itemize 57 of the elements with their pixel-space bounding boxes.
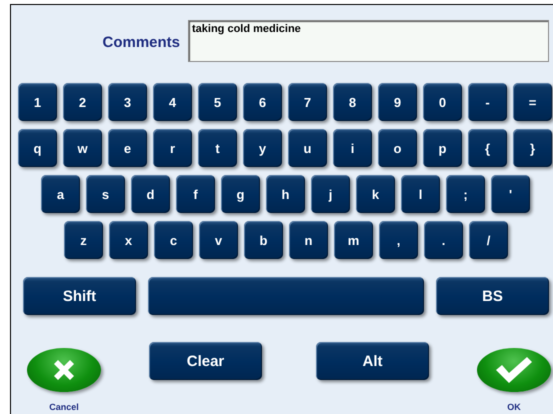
keyboard-key[interactable]: c bbox=[154, 221, 193, 259]
keyboard-key[interactable]: 5 bbox=[198, 83, 237, 121]
backspace-key[interactable]: BS bbox=[436, 277, 549, 315]
keyboard-key[interactable]: i bbox=[333, 129, 372, 167]
keyboard-key[interactable]: 3 bbox=[108, 83, 147, 121]
keyboard-key[interactable]: u bbox=[288, 129, 327, 167]
keyboard-key[interactable]: j bbox=[311, 175, 350, 213]
keyboard-key[interactable]: y bbox=[243, 129, 282, 167]
ok-button[interactable] bbox=[477, 348, 551, 392]
keyboard-key[interactable]: q bbox=[18, 129, 57, 167]
keyboard-key[interactable]: Alt bbox=[316, 342, 429, 380]
keyboard-key[interactable]: s bbox=[86, 175, 125, 213]
keyboard-key[interactable]: - bbox=[468, 83, 507, 121]
ok-label: OK bbox=[507, 402, 521, 412]
keyboard-key[interactable]: b bbox=[244, 221, 283, 259]
keyboard-key[interactable]: 7 bbox=[288, 83, 327, 121]
keyboard-key[interactable]: = bbox=[513, 83, 552, 121]
keyboard-key[interactable]: e bbox=[108, 129, 147, 167]
keyboard-key[interactable]: p bbox=[423, 129, 462, 167]
keyboard-key[interactable]: v bbox=[199, 221, 238, 259]
keyboard-key[interactable]: 0 bbox=[423, 83, 462, 121]
keyboard-key[interactable]: g bbox=[221, 175, 260, 213]
keyboard-key[interactable]: 8 bbox=[333, 83, 372, 121]
shift-key[interactable]: Shift bbox=[23, 277, 136, 315]
keyboard-key[interactable]: o bbox=[378, 129, 417, 167]
keyboard-key[interactable]: t bbox=[198, 129, 237, 167]
keyboard-key[interactable]: 2 bbox=[63, 83, 102, 121]
keyboard-key[interactable]: . bbox=[424, 221, 463, 259]
keyboard-key[interactable]: 4 bbox=[153, 83, 192, 121]
keyboard-key[interactable]: a bbox=[41, 175, 80, 213]
keyboard-key[interactable]: d bbox=[131, 175, 170, 213]
keyboard-key[interactable]: ; bbox=[446, 175, 485, 213]
keyboard-key[interactable]: x bbox=[109, 221, 148, 259]
keyboard-key[interactable]: { bbox=[468, 129, 507, 167]
keyboard-key[interactable]: r bbox=[153, 129, 192, 167]
cancel-button[interactable] bbox=[27, 348, 101, 392]
keyboard-key[interactable]: l bbox=[401, 175, 440, 213]
keyboard-key[interactable]: } bbox=[513, 129, 552, 167]
keyboard-key[interactable]: w bbox=[63, 129, 102, 167]
keyboard-key[interactable]: 1 bbox=[18, 83, 57, 121]
keyboard-key[interactable]: Clear bbox=[149, 342, 262, 380]
keyboard-key[interactable]: k bbox=[356, 175, 395, 213]
comments-label: Comments bbox=[101, 34, 180, 51]
keyboard-key[interactable]: ' bbox=[491, 175, 530, 213]
keyboard-key[interactable]: h bbox=[266, 175, 305, 213]
keyboard-key[interactable]: z bbox=[64, 221, 103, 259]
keyboard-key[interactable]: , bbox=[379, 221, 418, 259]
keyboard-key[interactable]: f bbox=[176, 175, 215, 213]
checkmark-icon bbox=[494, 356, 534, 384]
keyboard-key[interactable]: / bbox=[469, 221, 508, 259]
comments-field[interactable]: taking cold medicine bbox=[188, 20, 549, 62]
keyboard-key[interactable]: m bbox=[334, 221, 373, 259]
keyboard-key[interactable]: 6 bbox=[243, 83, 282, 121]
keyboard-key[interactable]: 9 bbox=[378, 83, 417, 121]
space-bar-key[interactable] bbox=[148, 277, 424, 315]
keyboard-key[interactable]: n bbox=[289, 221, 328, 259]
cancel-label: Cancel bbox=[49, 402, 79, 412]
